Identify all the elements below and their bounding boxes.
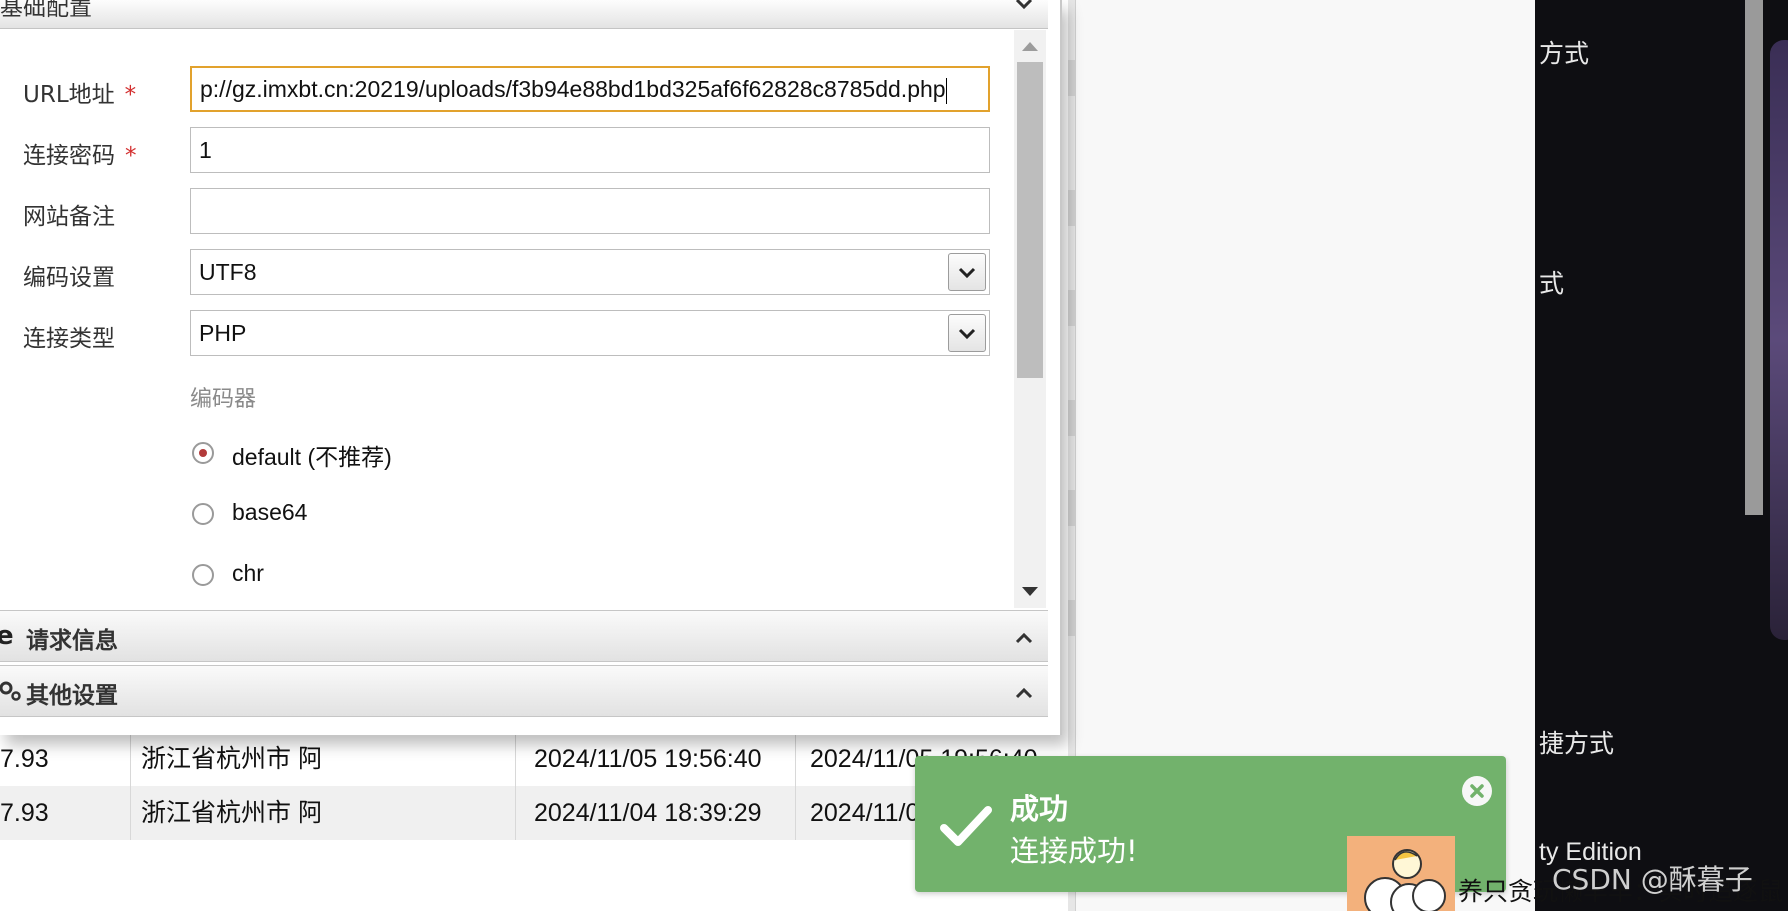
decorative-image (1770, 40, 1788, 640)
password-label: 连接密码 * (23, 143, 137, 169)
form-scrollbar[interactable] (1014, 30, 1046, 608)
type-selected-value: PHP (199, 320, 247, 346)
sheep-avatar[interactable] (1347, 836, 1455, 911)
scroll-thumb[interactable] (1017, 62, 1043, 378)
type-select[interactable]: PHP (190, 310, 990, 356)
encoding-select[interactable]: UTF8 (190, 249, 990, 295)
section-title: 请求信息 (26, 628, 118, 654)
note-input[interactable] (190, 188, 990, 234)
ip-cell: 7.93 (0, 745, 49, 773)
encoder-label: 编码器 (190, 387, 257, 412)
section-request-info[interactable]: e 请求信息 (0, 610, 1048, 662)
gear-icon (0, 676, 22, 704)
basic-config-form: URL地址 * p://gz.imxbt.cn:20219/uploads/f3b… (0, 30, 1012, 610)
type-dropdown-button[interactable] (948, 314, 986, 352)
encoding-label: 编码设置 (23, 265, 115, 291)
created-cell: 2024/11/04 18:39:29 (515, 786, 795, 840)
encoder-option-label: default (不推荐) (232, 444, 392, 470)
encoder-option-label: base64 (232, 499, 308, 525)
note-label: 网站备注 (23, 204, 115, 230)
ie-icon: e (0, 621, 22, 651)
basic-config-title: 基础配置 (0, 0, 92, 21)
radio-checked-icon[interactable] (192, 442, 214, 464)
encoding-selected-value: UTF8 (199, 259, 257, 285)
encoder-option-label: chr (232, 560, 264, 586)
url-input[interactable]: p://gz.imxbt.cn:20219/uploads/f3b94e88bd… (190, 66, 990, 112)
radio-unchecked-icon[interactable] (192, 564, 214, 586)
shortcut-item[interactable]: 捷方式 (1539, 724, 1614, 760)
url-label: URL地址 * (23, 82, 137, 108)
chevron-down-icon (958, 328, 976, 340)
connection-dialog: 基础配置 URL地址 * p://gz.imxbt.cn:20219/upload… (0, 0, 1062, 735)
section-other-settings[interactable]: 其他设置 (0, 665, 1048, 717)
password-input[interactable]: 1 (190, 127, 990, 173)
watermark: CSDN @酥暮子 (1552, 863, 1753, 896)
table-row[interactable]: 7.93 浙江省杭州市 阿 2024/11/05 19:56:40 2024/1… (0, 732, 1070, 786)
shortcut-item[interactable]: 式 (1539, 264, 1564, 300)
chevron-up-icon[interactable] (1013, 682, 1035, 704)
close-icon[interactable] (1462, 776, 1492, 806)
svg-text:e: e (0, 621, 14, 649)
type-label: 连接类型 (23, 326, 115, 352)
scroll-down-arrow-icon[interactable] (1022, 587, 1038, 596)
location-cell: 浙江省杭州市 阿 (130, 786, 320, 840)
scroll-up-arrow-icon[interactable] (1022, 42, 1038, 51)
chevron-down-icon (958, 267, 976, 279)
chevron-up-icon[interactable] (1013, 627, 1035, 649)
shortcut-item[interactable]: 方式 (1539, 34, 1589, 70)
basic-config-header[interactable]: 基础配置 (0, 0, 1048, 29)
toast-title: 成功 (1010, 792, 1069, 826)
location-cell: 浙江省杭州市 阿 (130, 732, 320, 786)
side-scrollbar[interactable] (1745, 0, 1763, 515)
created-cell: 2024/11/05 19:56:40 (515, 732, 795, 786)
toast-message: 连接成功! (1010, 834, 1138, 868)
checkmark-icon (940, 804, 992, 848)
chevron-down-icon[interactable] (1013, 0, 1035, 14)
ip-cell: 7.93 (0, 799, 49, 827)
table-row[interactable]: 7.93 浙江省杭州市 阿 2024/11/04 18:39:29 2024/1… (0, 786, 1070, 840)
section-title: 其他设置 (26, 683, 118, 709)
encoding-dropdown-button[interactable] (948, 253, 986, 291)
radio-unchecked-icon[interactable] (192, 503, 214, 525)
